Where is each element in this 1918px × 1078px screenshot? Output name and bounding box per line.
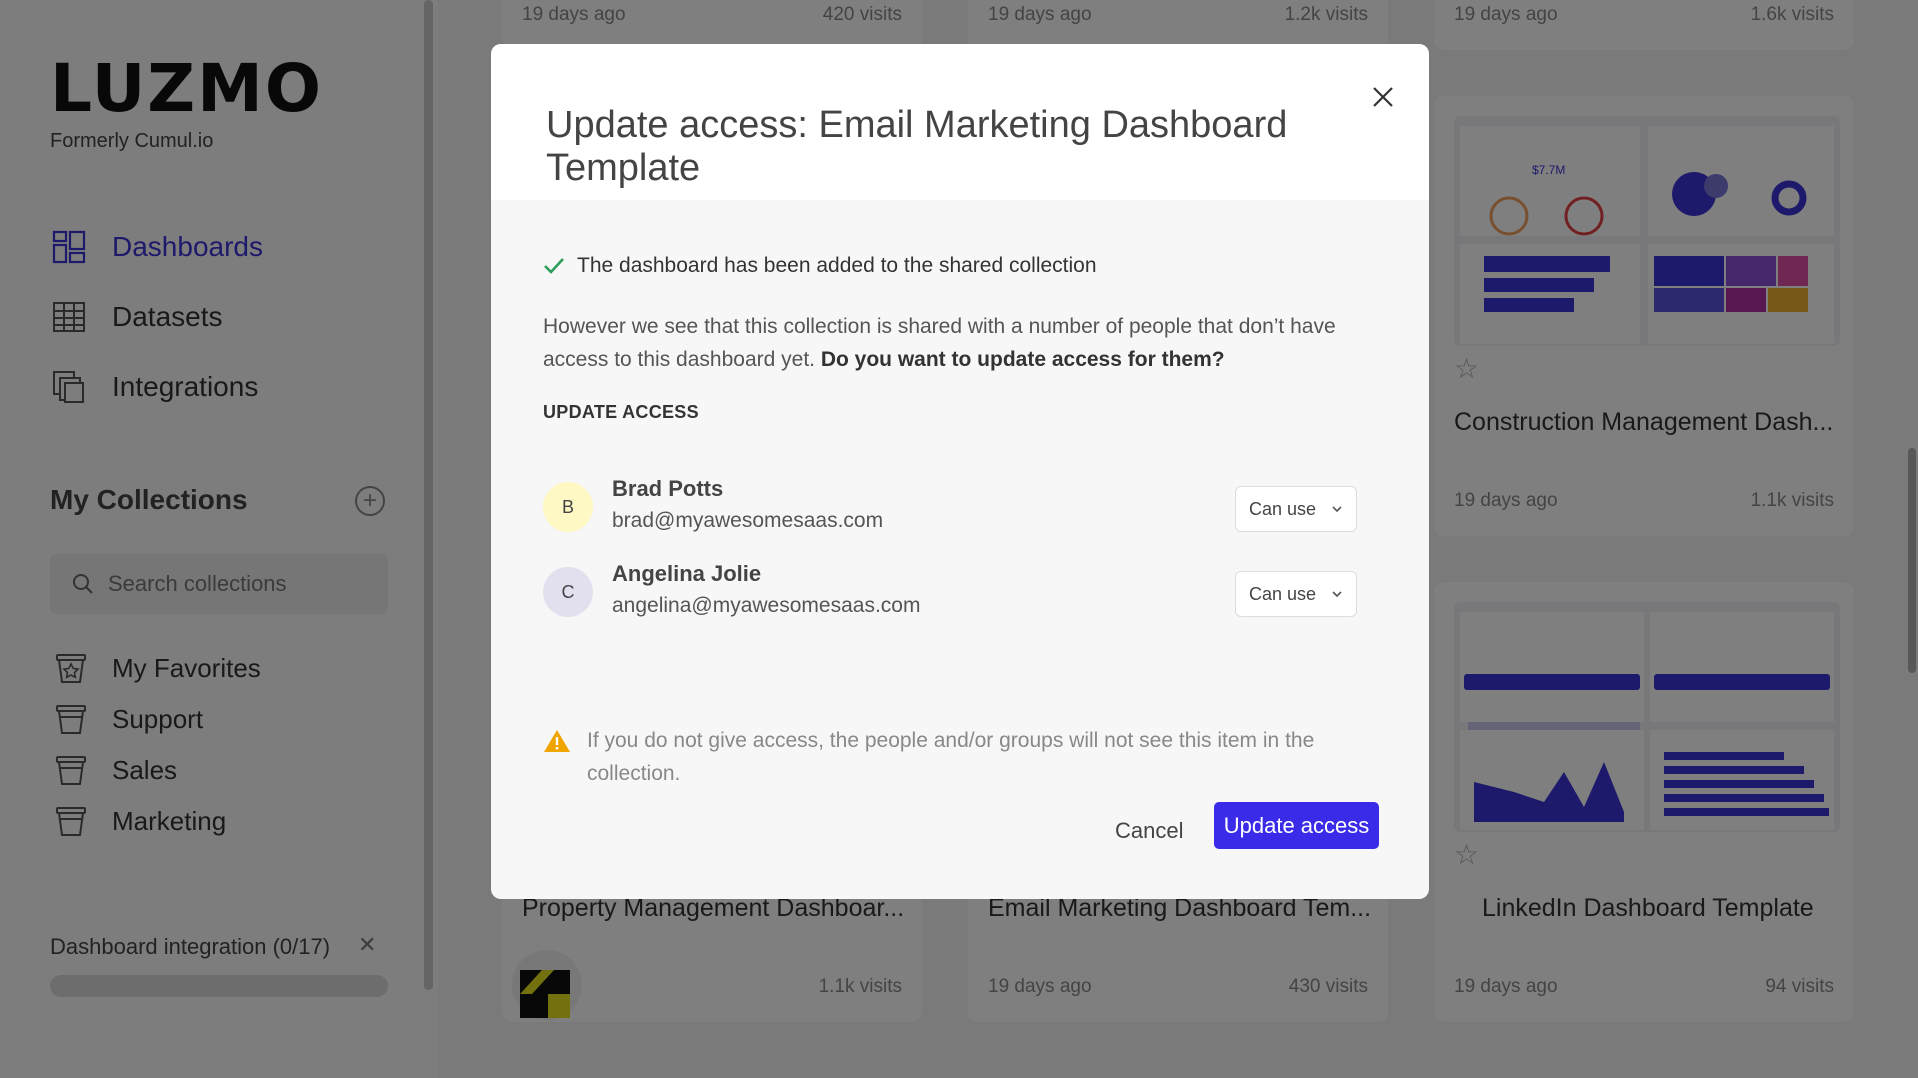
person-email: brad@myawesomesaas.com (612, 509, 884, 532)
access-select[interactable]: Can use (1235, 571, 1357, 617)
person-row: C Angelina Jolie angelina@myawesomesaas.… (543, 561, 1357, 621)
access-select[interactable]: Can use (1235, 486, 1357, 532)
update-access-modal: Update access: Email Marketing Dashboard… (491, 44, 1429, 899)
success-message: The dashboard has been added to the shar… (543, 254, 1097, 278)
person-email: angelina@myawesomesaas.com (612, 594, 921, 617)
modal-header: Update access: Email Marketing Dashboard… (491, 44, 1429, 200)
modal-description: However we see that this collection is s… (543, 310, 1383, 376)
access-select-value: Can use (1249, 583, 1317, 604)
success-text: The dashboard has been added to the shar… (577, 254, 1097, 277)
warning-icon (544, 730, 570, 752)
chevron-down-icon (1332, 591, 1342, 598)
cancel-button[interactable]: Cancel (1105, 810, 1193, 852)
update-access-label: UPDATE ACCESS (543, 402, 699, 422)
access-select-value: Can use (1249, 498, 1317, 519)
avatar: B (543, 482, 593, 532)
avatar: C (543, 567, 593, 617)
person-name: Brad Potts (612, 476, 724, 501)
chevron-down-icon (1332, 506, 1342, 513)
warning-message: If you do not give access, the people an… (543, 724, 1363, 790)
modal-title: Update access: Email Marketing Dashboard… (546, 104, 1288, 189)
warning-text: If you do not give access, the people an… (587, 729, 1315, 785)
person-name: Angelina Jolie (612, 561, 762, 586)
check-icon (544, 258, 564, 274)
update-access-button[interactable]: Update access (1214, 802, 1379, 849)
close-icon[interactable] (1371, 78, 1395, 116)
description-question: Do you want to update access for them? (820, 348, 1225, 371)
person-row: B Brad Potts brad@myawesomesaas.com Can … (543, 476, 1357, 536)
